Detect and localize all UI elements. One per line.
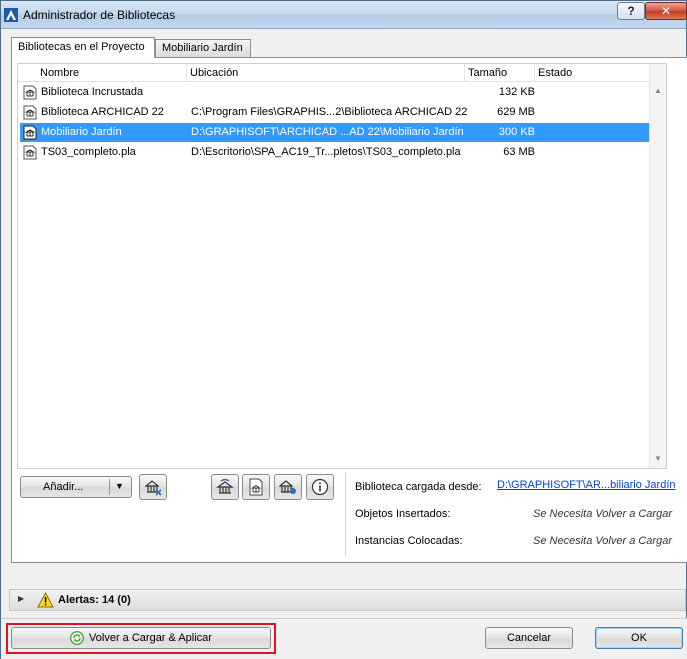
title-bar[interactable]: Administrador de Bibliotecas ? ✕: [1, 1, 687, 29]
row-name: TS03_completo.pla: [41, 146, 136, 158]
add-remote-library-button[interactable]: [211, 474, 239, 500]
library-list[interactable]: Nombre Ubicación Tamaño Estado Bibliotec…: [17, 63, 667, 469]
loaded-from-link[interactable]: D:\GRAPHISOFT\AR...biliario Jardín: [497, 479, 676, 491]
row-name: Biblioteca ARCHICAD 22: [41, 106, 164, 118]
remove-library-icon: [144, 480, 162, 496]
remove-library-button[interactable]: [139, 474, 167, 500]
row-name: Biblioteca Incrustada: [41, 86, 144, 98]
column-header-name[interactable]: Nombre: [40, 67, 79, 79]
row-location: D:\Escritorio\SPA_AC19_Tr...pletos\TS03_…: [191, 146, 461, 158]
row-location: C:\Program Files\GRAPHIS...2\Biblioteca …: [191, 106, 468, 118]
library-settings-button[interactable]: [274, 474, 302, 500]
table-row[interactable]: TS03_completo.pla D:\Escritorio\SPA_AC19…: [20, 143, 655, 162]
chevron-down-icon[interactable]: ▼: [115, 481, 124, 491]
help-button[interactable]: ?: [617, 2, 645, 20]
close-icon: ✕: [660, 4, 672, 18]
table-row[interactable]: Biblioteca ARCHICAD 22 C:\Program Files\…: [20, 103, 655, 122]
export-library-button[interactable]: [242, 474, 270, 500]
scroll-up-arrow-icon[interactable]: ▲: [654, 86, 662, 95]
library-file-icon: [249, 478, 263, 496]
row-size: 63 MB: [503, 146, 535, 158]
column-header-location[interactable]: Ubicación: [186, 64, 238, 81]
tab-mobiliario-jardin[interactable]: Mobiliario Jardín: [155, 39, 251, 57]
bimcomponents-library-icon: [216, 478, 234, 494]
panel-divider: [345, 472, 346, 556]
row-size: 629 MB: [497, 106, 535, 118]
expand-arrow-icon[interactable]: ▶: [18, 594, 24, 603]
inserted-objects-value: Se Necesita Volver a Cargar: [533, 508, 672, 520]
alerts-bar[interactable]: ▶ Alertas: 14 (0): [9, 589, 686, 611]
alerts-label: Alertas: 14 (0): [58, 594, 131, 606]
reload-apply-label: Volver a Cargar & Aplicar: [89, 632, 212, 644]
list-header: Nombre Ubicación Tamaño Estado: [18, 64, 655, 82]
tab-panel: Nombre Ubicación Tamaño Estado Bibliotec…: [11, 57, 687, 563]
tab-project-libraries[interactable]: Bibliotecas en el Proyecto: [11, 37, 155, 58]
placed-instances-label: Instancias Colocadas:: [355, 535, 463, 547]
library-folder-icon: [23, 105, 37, 120]
reload-apply-button[interactable]: Volver a Cargar & Aplicar: [11, 627, 271, 649]
column-header-status[interactable]: Estado: [534, 64, 572, 81]
inserted-objects-label: Objetos Insertados:: [355, 508, 451, 520]
close-button[interactable]: ✕: [645, 2, 687, 20]
add-button-divider: [109, 479, 110, 495]
row-size: 132 KB: [498, 86, 535, 98]
library-settings-icon: [279, 480, 296, 494]
cancel-button[interactable]: Cancelar: [485, 627, 573, 649]
embedded-library-icon: [23, 85, 37, 100]
info-button[interactable]: [306, 474, 334, 500]
loaded-from-label: Biblioteca cargada desde:: [355, 481, 482, 493]
help-icon: ?: [627, 4, 635, 18]
add-button[interactable]: Añadir... ▼: [20, 476, 132, 498]
pla-archive-icon: [23, 145, 37, 160]
row-name: Mobiliario Jardín: [41, 126, 122, 138]
add-button-label: Añadir...: [43, 481, 84, 493]
reload-icon: [70, 631, 84, 645]
placed-instances-value: Se Necesita Volver a Cargar: [533, 535, 672, 547]
ok-button[interactable]: OK: [595, 627, 683, 649]
window-title: Administrador de Bibliotecas: [23, 8, 176, 22]
archicad-logo-icon: [4, 8, 18, 22]
column-header-size[interactable]: Tamaño: [464, 64, 507, 81]
scroll-down-arrow-icon[interactable]: ▼: [654, 454, 662, 463]
table-row[interactable]: Biblioteca Incrustada 132 KB: [20, 83, 655, 102]
library-manager-dialog: Administrador de Bibliotecas ? ✕ Bibliot…: [0, 0, 687, 659]
library-folder-icon: [23, 125, 37, 140]
table-row[interactable]: Mobiliario Jardín D:\GRAPHISOFT\ARCHICAD…: [20, 123, 655, 142]
row-size: 300 KB: [498, 126, 535, 138]
info-icon: [311, 478, 329, 496]
warning-icon: [37, 592, 54, 608]
row-location: D:\GRAPHISOFT\ARCHICAD ...AD 22\Mobiliar…: [191, 126, 464, 138]
vertical-scrollbar[interactable]: ▲ ▼: [649, 64, 666, 468]
